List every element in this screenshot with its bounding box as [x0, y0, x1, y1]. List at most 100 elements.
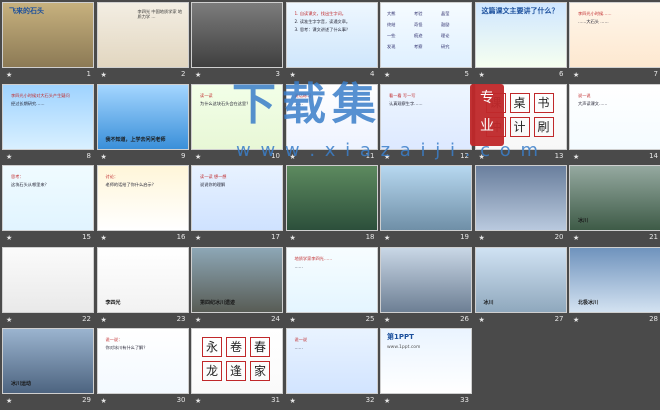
slide-thumbnail-24[interactable]: 第四纪冰川遗迹 ★ 24 — [191, 246, 283, 327]
slide-preview[interactable] — [380, 165, 472, 231]
slide-preview[interactable]: 李四光 中国地质学家 地质力学 … — [96, 2, 189, 68]
slide-thumbnail-8[interactable]: 李四光小时候对大石头产生疑问 经过长期研究…… ★ 8 — [2, 83, 94, 164]
slide-thumbnail-18[interactable]: ★ 18 — [285, 165, 378, 245]
slide-preview[interactable]: 读一读 为什么这块石头会在这里？ — [191, 83, 283, 150]
slide-thumbnail-17[interactable]: 读一读 想一想 说说你的理解 ★ 17 — [191, 165, 283, 245]
transition-star-icon[interactable]: ★ — [6, 397, 12, 405]
transition-star-icon[interactable]: ★ — [6, 234, 12, 242]
slide-thumbnail-26[interactable]: ★ 26 — [380, 246, 472, 327]
transition-star-icon[interactable]: ★ — [195, 397, 201, 405]
transition-star-icon[interactable]: ★ — [290, 71, 296, 79]
transition-star-icon[interactable]: ★ — [573, 316, 579, 324]
slide-preview[interactable] — [191, 2, 283, 68]
slide-preview[interactable]: 飞来的石头 — [2, 2, 94, 68]
slide-preview[interactable]: 李四光小时候对大石头产生疑问 经过长期研究…… — [2, 83, 94, 150]
slide-info-bar: ★ 7 — [569, 68, 660, 82]
slide-preview[interactable]: 地质学家李四光…… …… — [285, 246, 378, 313]
slide-thumbnail-12[interactable]: 看一看 写一写 认真观察生字…… ★ 12 — [380, 83, 472, 164]
transition-star-icon[interactable]: ★ — [290, 234, 296, 242]
slide-preview[interactable]: 读一读 想一想 说说你的理解 — [191, 165, 283, 231]
slide-thumbnail-2[interactable]: 李四光 中国地质学家 地质力学 … ★ 2 — [96, 2, 189, 82]
transition-star-icon[interactable]: ★ — [384, 153, 390, 161]
slide-info-bar: ★ 33 — [380, 394, 472, 408]
slide-preview[interactable] — [474, 165, 567, 231]
slide-thumbnail-5[interactable]: 大熊 考验 晶莹 终结 奇怪 鼓励 一些 痕迹 理论 发现 考察 研究 ★ 5 — [380, 2, 472, 82]
transition-star-icon[interactable]: ★ — [195, 234, 201, 242]
slide-preview[interactable]: 第1PPT www.1ppt.com — [380, 328, 472, 394]
slide-preview[interactable]: 李四光小时候…… ……大石头 …… — [569, 2, 660, 68]
transition-star-icon[interactable]: ★ — [6, 153, 12, 161]
transition-star-icon[interactable]: ★ — [101, 397, 107, 405]
slide-preview[interactable] — [285, 165, 378, 231]
slide-thumbnail-7[interactable]: 李四光小时候…… ……大石头 …… ★ 7 — [569, 2, 660, 82]
transition-star-icon[interactable]: ★ — [479, 71, 485, 79]
slide-preview[interactable]: 冰川运动 — [2, 328, 94, 394]
slide-thumbnail-23[interactable]: 李四光 ★ 23 — [96, 246, 189, 327]
slide-preview[interactable] — [2, 246, 94, 313]
transition-star-icon[interactable]: ★ — [195, 316, 201, 324]
transition-star-icon[interactable]: ★ — [573, 234, 579, 242]
slide-preview[interactable]: 讨论： 老师的话给了你什么启示？ — [96, 165, 189, 231]
slide-thumbnail-31[interactable]: 永卷春龙逢家 ★ 31 — [191, 328, 283, 408]
slide-preview[interactable]: 这篇课文主要讲了什么？ — [474, 2, 567, 68]
transition-star-icon[interactable]: ★ — [479, 234, 485, 242]
slide-preview[interactable]: 说一说： 你对冰川有什么了解？ — [96, 328, 189, 394]
transition-star-icon[interactable]: ★ — [290, 153, 296, 161]
slide-preview[interactable]: 看一看 写一写 认真观察生字…… — [380, 83, 472, 150]
slide-preview[interactable]: 第四纪冰川遗迹 — [191, 246, 283, 313]
slide-number: 21 — [649, 233, 658, 241]
slide-thumbnail-28[interactable]: 北极冰川 ★ 28 — [569, 246, 660, 327]
slide-thumbnail-30[interactable]: 说一说： 你对冰川有什么了解？ ★ 30 — [96, 328, 189, 408]
slide-thumbnail-29[interactable]: 冰川运动 ★ 29 — [2, 328, 94, 408]
slide-preview[interactable]: 李四光 — [96, 246, 189, 313]
transition-star-icon[interactable]: ★ — [195, 153, 201, 161]
slide-preview[interactable]: 大熊 考验 晶莹 终结 奇怪 鼓励 一些 痕迹 理论 发现 考察 研究 — [380, 2, 472, 68]
slide-thumbnail-16[interactable]: 讨论： 老师的话给了你什么启示？ ★ 16 — [96, 165, 189, 245]
slide-thumbnail-1[interactable]: 飞来的石头 ★ 1 — [2, 2, 94, 82]
slide-thumbnail-6[interactable]: 这篇课文主要讲了什么？ ★ 6 — [474, 2, 567, 82]
slide-thumbnail-3[interactable]: ★ 3 — [191, 2, 283, 82]
transition-star-icon[interactable]: ★ — [573, 71, 579, 79]
slide-thumbnail-25[interactable]: 地质学家李四光…… …… ★ 25 — [285, 246, 378, 327]
transition-star-icon[interactable]: ★ — [384, 234, 390, 242]
slide-preview[interactable]: 说话练习 …… — [285, 83, 378, 150]
transition-star-icon[interactable]: ★ — [384, 71, 390, 79]
slide-preview[interactable]: 冰川 — [474, 246, 567, 313]
slide-preview[interactable]: 1. 自读课文，找出生字词。 2. 读准生字字音，读通文章。 3. 思考：课文讲述了… — [285, 2, 378, 68]
slide-preview[interactable] — [380, 246, 472, 313]
slide-thumbnail-10[interactable]: 读一读 为什么这块石头会在这里？ ★ 10 — [191, 83, 283, 164]
transition-star-icon[interactable]: ★ — [573, 153, 579, 161]
slide-thumbnail-22[interactable]: ★ 22 — [2, 246, 94, 327]
slide-preview[interactable]: 北极冰川 — [569, 246, 660, 313]
transition-star-icon[interactable]: ★ — [6, 71, 12, 79]
transition-star-icon[interactable]: ★ — [101, 234, 107, 242]
transition-star-icon[interactable]: ★ — [290, 397, 296, 405]
slide-thumbnail-11[interactable]: 说话练习 …… ★ 11 — [285, 83, 378, 164]
slide-thumbnail-15[interactable]: 思考： 这块石头从哪里来？ ★ 15 — [2, 165, 94, 245]
slide-thumbnail-33[interactable]: 第1PPT www.1ppt.com ★ 33 — [380, 328, 472, 408]
slide-thumbnail-20[interactable]: ★ 20 — [474, 165, 567, 245]
transition-star-icon[interactable]: ★ — [101, 316, 107, 324]
transition-star-icon[interactable]: ★ — [384, 316, 390, 324]
slide-preview[interactable]: 永卷春龙逢家 — [191, 328, 283, 394]
transition-star-icon[interactable]: ★ — [6, 316, 12, 324]
slide-thumbnail-9[interactable]: 我不知道，上学去问问老师 ★ 9 — [96, 83, 189, 164]
transition-star-icon[interactable]: ★ — [479, 316, 485, 324]
slide-preview[interactable]: 冰川 — [569, 165, 660, 231]
slide-thumbnail-21[interactable]: 冰川 ★ 21 — [569, 165, 660, 245]
slide-preview[interactable]: 说一说 大声读课文…… — [569, 83, 660, 150]
slide-thumbnail-32[interactable]: 说一说 …… ★ 32 — [285, 328, 378, 408]
slide-thumbnail-19[interactable]: ★ 19 — [380, 165, 472, 245]
slide-preview[interactable]: 说一说 …… — [285, 328, 378, 394]
slide-preview[interactable]: 我不知道，上学去问问老师 — [96, 83, 189, 150]
slide-thumbnail-14[interactable]: 说一说 大声读课文…… ★ 14 — [569, 83, 660, 164]
transition-star-icon[interactable]: ★ — [101, 71, 107, 79]
transition-star-icon[interactable]: ★ — [384, 397, 390, 405]
slide-thumbnail-27[interactable]: 冰川 ★ 27 — [474, 246, 567, 327]
transition-star-icon[interactable]: ★ — [101, 153, 107, 161]
transition-star-icon[interactable]: ★ — [195, 71, 201, 79]
slide-thumbnail-4[interactable]: 1. 自读课文，找出生字词。 2. 读准生字字音，读通文章。 3. 思考：课文讲述了… — [285, 2, 378, 82]
transition-star-icon[interactable]: ★ — [290, 316, 296, 324]
slide-preview[interactable]: 思考： 这块石头从哪里来？ — [2, 165, 94, 231]
transition-star-icon[interactable]: ★ — [479, 153, 485, 161]
